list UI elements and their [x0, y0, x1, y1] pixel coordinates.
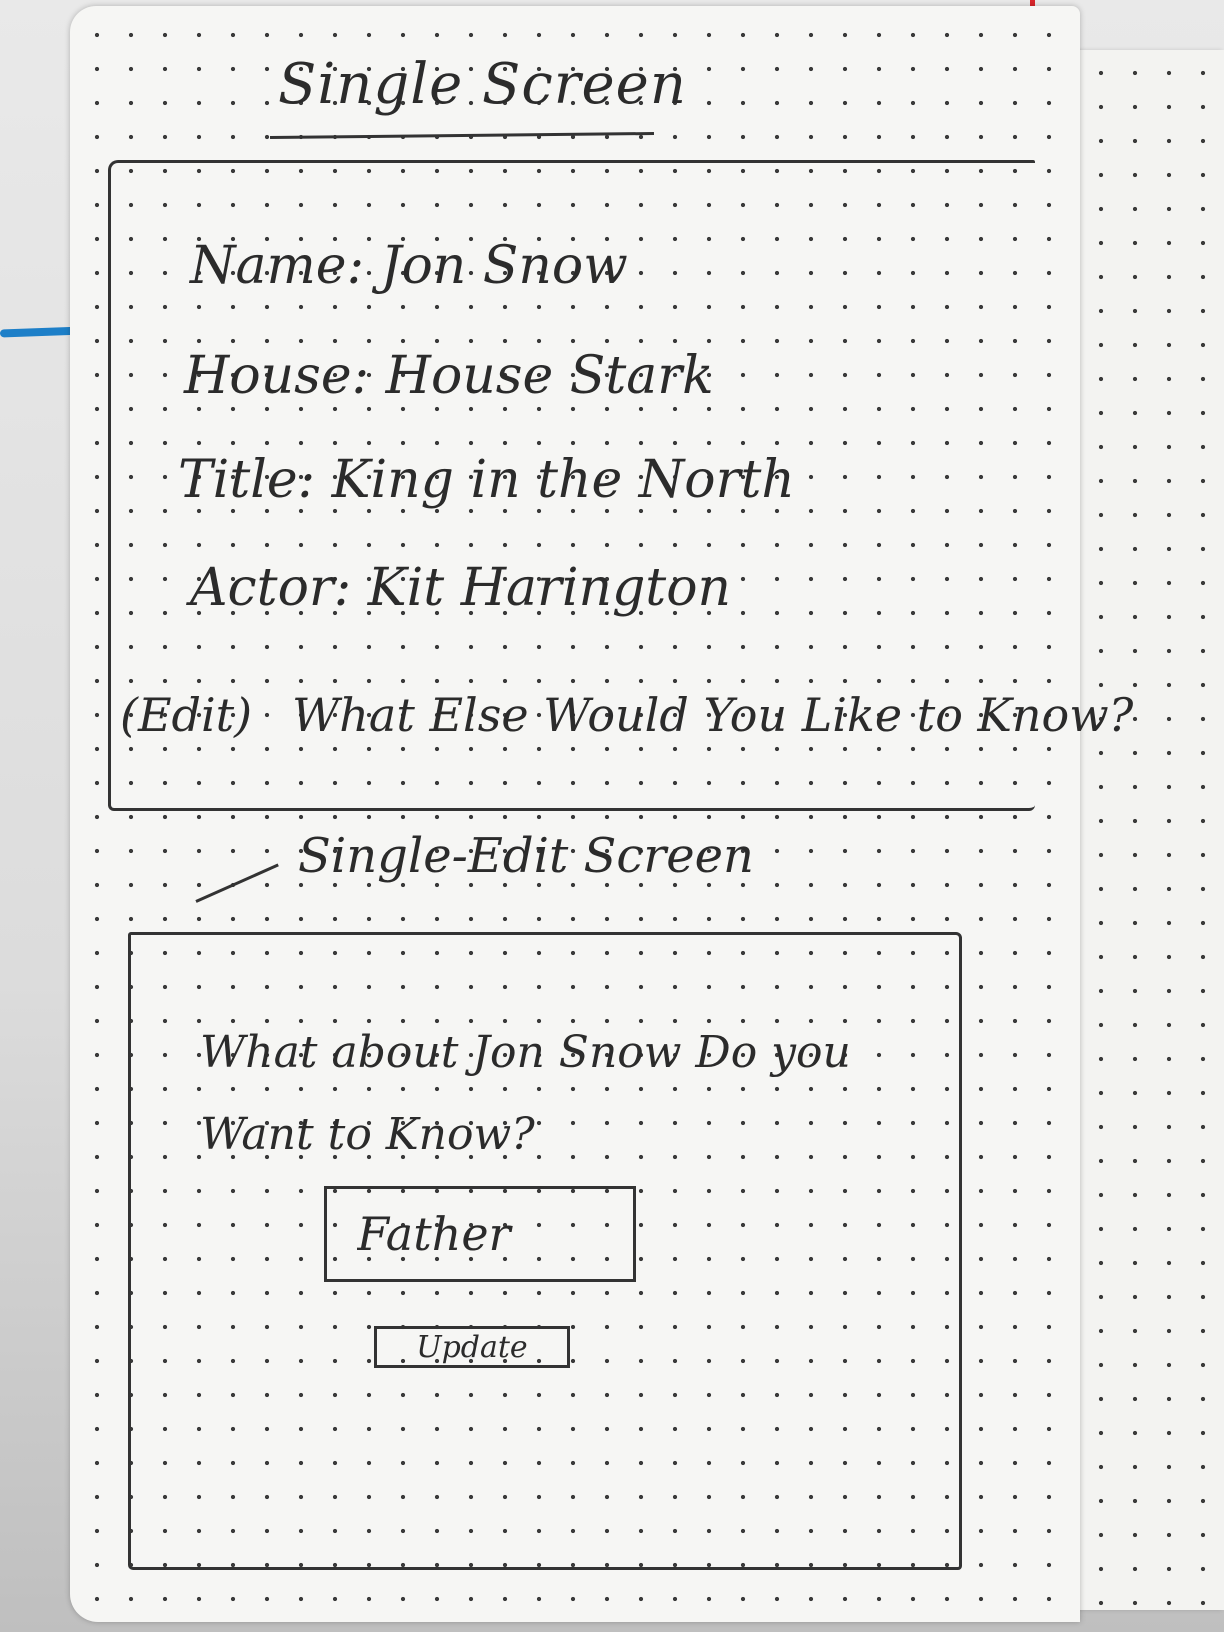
update-button[interactable]: Update [374, 1326, 570, 1368]
title-field: Title: King in the North [178, 450, 795, 510]
question-text-line-1: What about Jon Snow Do you [200, 1027, 851, 1078]
what-else-prompt: What Else Would You Like to Know? [292, 688, 1134, 742]
house-field: House: House Stark [184, 346, 714, 406]
single-screen-title: Single Screen [278, 52, 687, 117]
edit-link[interactable]: (Edit) [120, 688, 252, 742]
answer-input[interactable] [324, 1186, 636, 1282]
name-field: Name: Jon Snow [190, 236, 628, 296]
actor-field: Actor: Kit Harington [190, 558, 731, 618]
question-text-line-2: Want to Know? [200, 1109, 535, 1160]
single-edit-screen-title: Single-Edit Screen [298, 828, 754, 884]
